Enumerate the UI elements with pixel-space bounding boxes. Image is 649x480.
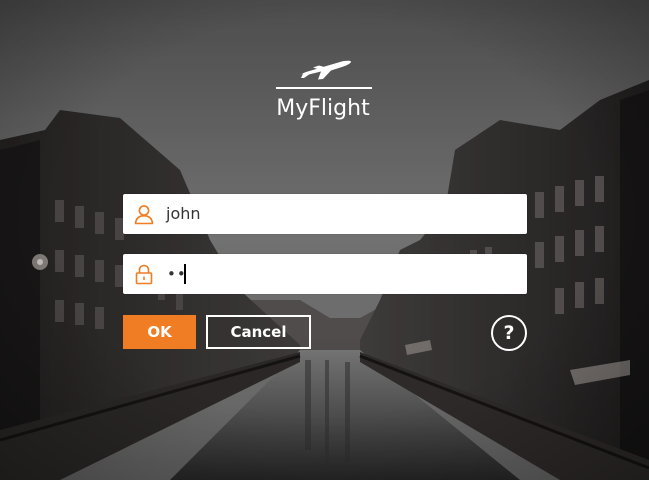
- password-field[interactable]: ••: [123, 254, 527, 294]
- help-button[interactable]: ?: [491, 315, 527, 351]
- app-name: MyFlight: [276, 96, 370, 121]
- ok-button[interactable]: OK: [123, 315, 196, 349]
- text-cursor: [184, 264, 186, 284]
- lock-icon: [135, 264, 153, 285]
- username-value: john: [166, 204, 201, 223]
- username-field[interactable]: john: [123, 194, 527, 234]
- user-icon: [134, 205, 154, 225]
- airplane-icon: [299, 60, 352, 80]
- app-logo: MyFlight: [272, 58, 374, 128]
- logo-divider: [276, 87, 372, 89]
- login-screen: MyFlight john •• OK Cancel ?: [0, 0, 649, 480]
- cancel-button[interactable]: Cancel: [206, 315, 311, 349]
